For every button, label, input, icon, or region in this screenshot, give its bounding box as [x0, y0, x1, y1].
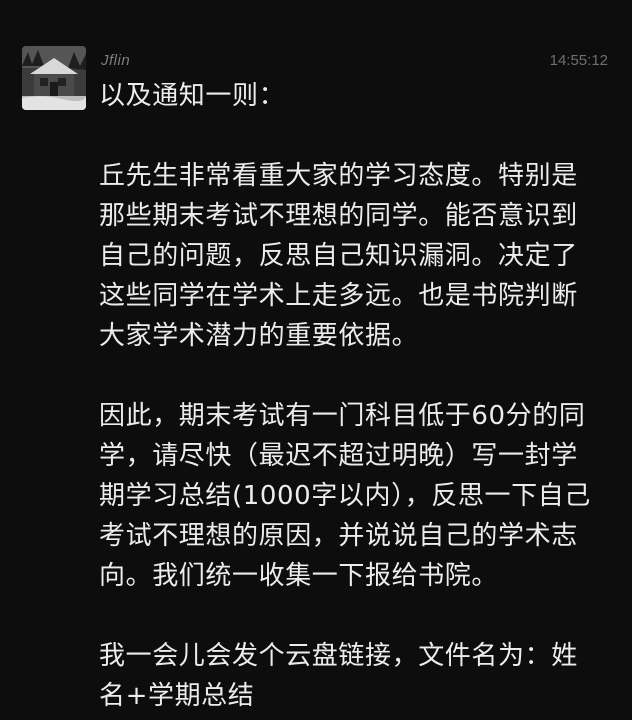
text-line: 以及通知一则：: [99, 81, 286, 111]
text-line: 那些期末考试不理想的同学。能否意识到: [99, 201, 578, 231]
message-timestamp: 14:55:12: [549, 52, 608, 69]
text-line: 向。我们统一收集一下报给书院。: [99, 561, 499, 591]
text-line: 期学习总结(1000字以内），反思一下自己: [99, 481, 591, 511]
text-line: 考试不理想的原因，并说说自己的学术志: [99, 521, 578, 551]
text-line: 大家学术潜力的重要依据。: [99, 321, 419, 351]
text-line: 因此，期末考试有一门科目低于60分的同: [99, 401, 586, 431]
text-line: 自己的问题，反思自己知识漏洞。决定了: [99, 241, 578, 271]
text-line: 丘先生非常看重大家的学习态度。特别是: [99, 161, 578, 191]
sender-name[interactable]: Jflin: [101, 52, 130, 69]
text-line: 名+学期总结: [99, 681, 255, 711]
text-line: 学，请尽快（最迟不超过明晚）写一封学: [99, 441, 578, 471]
text-line: 这些同学在学术上走多远。也是书院判断: [99, 281, 578, 311]
chat-message: Jflin 14:55:12 以及通知一则： 丘先生非常看重大家的学习态度。特别…: [0, 0, 632, 720]
avatar[interactable]: [22, 46, 86, 110]
message-body: 以及通知一则： 丘先生非常看重大家的学习态度。特别是 那些期末考试不理想的同学。…: [99, 76, 611, 716]
cabin-photo-icon: [22, 46, 86, 110]
text-line: 我一会儿会发个云盘链接，文件名为：姓: [99, 641, 578, 671]
